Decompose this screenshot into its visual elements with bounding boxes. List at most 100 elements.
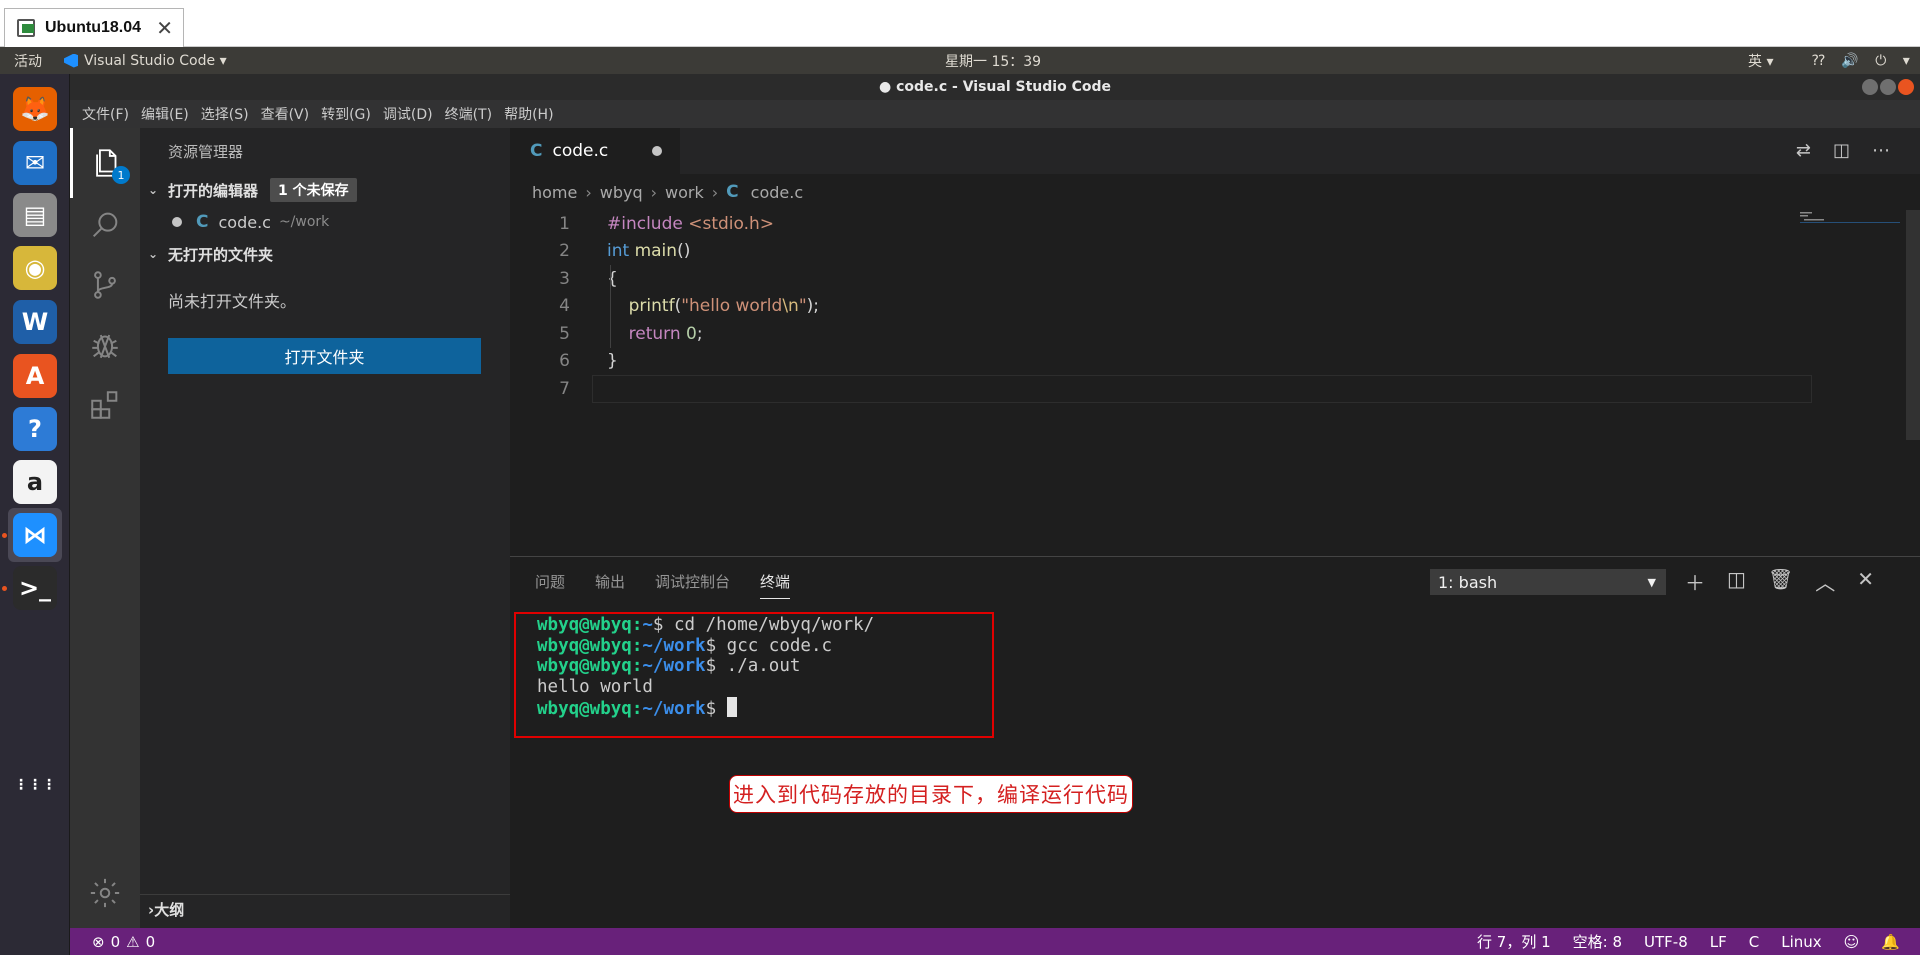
unsaved-dot-icon[interactable] bbox=[652, 146, 662, 156]
maximize-icon[interactable] bbox=[1880, 79, 1896, 95]
notifications-bell-icon[interactable]: 🔔 bbox=[1881, 933, 1900, 951]
menu-item-0[interactable]: 文件(F) bbox=[76, 104, 135, 124]
tab-output[interactable]: 输出 bbox=[595, 571, 625, 599]
no-folder-section[interactable]: ⌄ 无打开的文件夹 bbox=[140, 238, 510, 270]
new-terminal-icon[interactable]: ＋ bbox=[1685, 567, 1705, 596]
clock[interactable]: 星期一 15：39 bbox=[945, 51, 1041, 71]
open-folder-button[interactable]: 打开文件夹 bbox=[168, 338, 481, 374]
code-token: main bbox=[634, 241, 678, 262]
code-token: printf bbox=[628, 296, 675, 317]
minimize-icon[interactable] bbox=[1862, 79, 1878, 95]
files-icon-glyph: ▤ bbox=[13, 193, 57, 237]
tab-code-c[interactable]: C code.c bbox=[510, 128, 680, 174]
activities-button[interactable]: 活动 bbox=[14, 51, 42, 71]
vscode-icon[interactable]: ⋈ bbox=[8, 508, 62, 562]
feedback-smiley-icon[interactable]: ☺ bbox=[1844, 933, 1860, 951]
close-panel-icon[interactable]: ✕ bbox=[1857, 567, 1874, 596]
writer-icon-glyph: W bbox=[13, 300, 57, 344]
input-method-indicator[interactable]: 英 ▾ bbox=[1748, 51, 1773, 71]
extensions-icon[interactable] bbox=[70, 370, 140, 440]
line-number: 7 bbox=[559, 378, 570, 399]
language-mode[interactable]: C bbox=[1749, 933, 1759, 951]
menu-item-6[interactable]: 终端(T) bbox=[439, 104, 498, 124]
breadcrumb-separator: › bbox=[711, 182, 719, 202]
rhythmbox-icon[interactable]: ◉ bbox=[8, 241, 62, 295]
minimap[interactable] bbox=[1800, 210, 1900, 340]
help-icon[interactable]: ? bbox=[8, 402, 62, 456]
indent-guide bbox=[610, 265, 611, 348]
help-icon-glyph: ? bbox=[13, 407, 57, 451]
code-token: { bbox=[607, 268, 618, 289]
amazon-icon[interactable]: a bbox=[8, 455, 62, 509]
settings-gear-icon[interactable] bbox=[70, 858, 140, 928]
trash-icon[interactable]: 🗑 bbox=[1768, 567, 1793, 596]
line-content: { bbox=[607, 269, 618, 289]
outline-section[interactable]: › 大纲 bbox=[140, 894, 510, 924]
code-line: 5 return 0; bbox=[510, 320, 1810, 348]
open-editor-item[interactable]: C code.c ~/work bbox=[140, 206, 510, 238]
encoding[interactable]: UTF-8 bbox=[1644, 933, 1688, 951]
software-icon[interactable]: A bbox=[8, 349, 62, 403]
firefox-icon-glyph: 🦊 bbox=[13, 87, 57, 131]
menu-item-5[interactable]: 调试(D) bbox=[377, 104, 439, 124]
vscode-icon-glyph: ⋈ bbox=[13, 513, 57, 557]
explorer-icon[interactable]: 1 bbox=[70, 128, 140, 198]
menu-item-7[interactable]: 帮助(H) bbox=[498, 104, 559, 124]
app-menu[interactable]: Visual Studio Code ▾ bbox=[64, 53, 227, 69]
firefox-icon[interactable]: 🦊 bbox=[8, 82, 62, 136]
editor-scrollbar[interactable] bbox=[1906, 210, 1920, 440]
split-editor-icon[interactable]: ◫ bbox=[1833, 140, 1850, 161]
window-title: ● code.c - Visual Studio Code bbox=[879, 79, 1111, 95]
open-editors-section[interactable]: ⌄ 打开的编辑器 1 个未保存 bbox=[140, 174, 510, 206]
tab-debug-console[interactable]: 调试控制台 bbox=[655, 571, 730, 599]
vm-tab[interactable]: Ubuntu18.04 ✕ bbox=[4, 8, 184, 47]
breadcrumb-home[interactable]: home bbox=[532, 183, 577, 202]
code-line: 7 bbox=[510, 375, 1812, 403]
breadcrumb-wbyq[interactable]: wbyq bbox=[600, 183, 643, 202]
line-number: 4 bbox=[559, 296, 570, 317]
software-icon-glyph: A bbox=[13, 354, 57, 398]
thunderbird-icon[interactable]: ✉ bbox=[8, 136, 62, 190]
no-folder-label: 无打开的文件夹 bbox=[168, 245, 274, 264]
rhythmbox-icon-glyph: ◉ bbox=[13, 246, 57, 290]
menu-item-4[interactable]: 转到(G) bbox=[315, 104, 377, 124]
cursor-position[interactable]: 行 7，列 1 bbox=[1477, 931, 1551, 952]
breadcrumb-work[interactable]: work bbox=[665, 183, 704, 202]
end-of-line[interactable]: LF bbox=[1710, 933, 1727, 951]
system-menu[interactable]: ⁇ 🔊 ⏻ ▾ bbox=[1812, 53, 1916, 69]
menu-item-2[interactable]: 选择(S) bbox=[195, 104, 255, 124]
line-number: 3 bbox=[559, 268, 570, 289]
breadcrumb-separator: › bbox=[585, 182, 592, 202]
split-terminal-icon[interactable]: ◫ bbox=[1727, 567, 1746, 596]
code-line: 6} bbox=[510, 348, 1810, 376]
c-file-icon: C bbox=[530, 141, 543, 161]
window-close-icon[interactable] bbox=[1898, 79, 1914, 95]
dirty-dot-icon bbox=[172, 217, 182, 227]
editor-area: C code.c ⇄ ◫ ⋯ home › wbyq › work › C co… bbox=[510, 128, 1920, 556]
maximize-panel-icon[interactable]: ︿ bbox=[1815, 567, 1835, 596]
files-icon[interactable]: ▤ bbox=[8, 188, 62, 242]
code-token: return bbox=[628, 323, 687, 344]
close-icon[interactable]: ✕ bbox=[156, 16, 173, 41]
writer-icon[interactable]: W bbox=[8, 295, 62, 349]
terminal-select[interactable]: 1: bash ▼ bbox=[1430, 569, 1666, 595]
editor-tabs: C code.c ⇄ ◫ ⋯ bbox=[510, 128, 1920, 174]
open-editor-filename: code.c bbox=[218, 212, 271, 232]
more-actions-icon[interactable]: ⋯ bbox=[1872, 140, 1890, 161]
problems-status[interactable]: ⊗ 0 ⚠ 0 bbox=[92, 933, 155, 951]
breadcrumb-file[interactable]: code.c bbox=[751, 183, 803, 202]
indentation[interactable]: 空格: 8 bbox=[1573, 931, 1622, 952]
code-editor[interactable]: 1 #include <stdio.h> 2 int main() 3{4 printf… bbox=[510, 210, 1812, 403]
vm-icon bbox=[17, 19, 35, 37]
tab-problems[interactable]: 问题 bbox=[535, 571, 565, 599]
terminal-icon[interactable]: >_ bbox=[8, 561, 62, 615]
menu-item-1[interactable]: 编辑(E) bbox=[135, 104, 195, 124]
line-number: 1 bbox=[559, 213, 570, 234]
show-apps-icon[interactable]: ⋮⋮⋮ bbox=[8, 758, 62, 812]
platform[interactable]: Linux bbox=[1781, 933, 1821, 951]
line-number: 5 bbox=[559, 323, 570, 344]
vscode-small-icon bbox=[64, 53, 78, 68]
menu-item-3[interactable]: 查看(V) bbox=[255, 104, 316, 124]
tab-terminal[interactable]: 终端 bbox=[760, 571, 791, 599]
compare-changes-icon[interactable]: ⇄ bbox=[1796, 140, 1811, 161]
